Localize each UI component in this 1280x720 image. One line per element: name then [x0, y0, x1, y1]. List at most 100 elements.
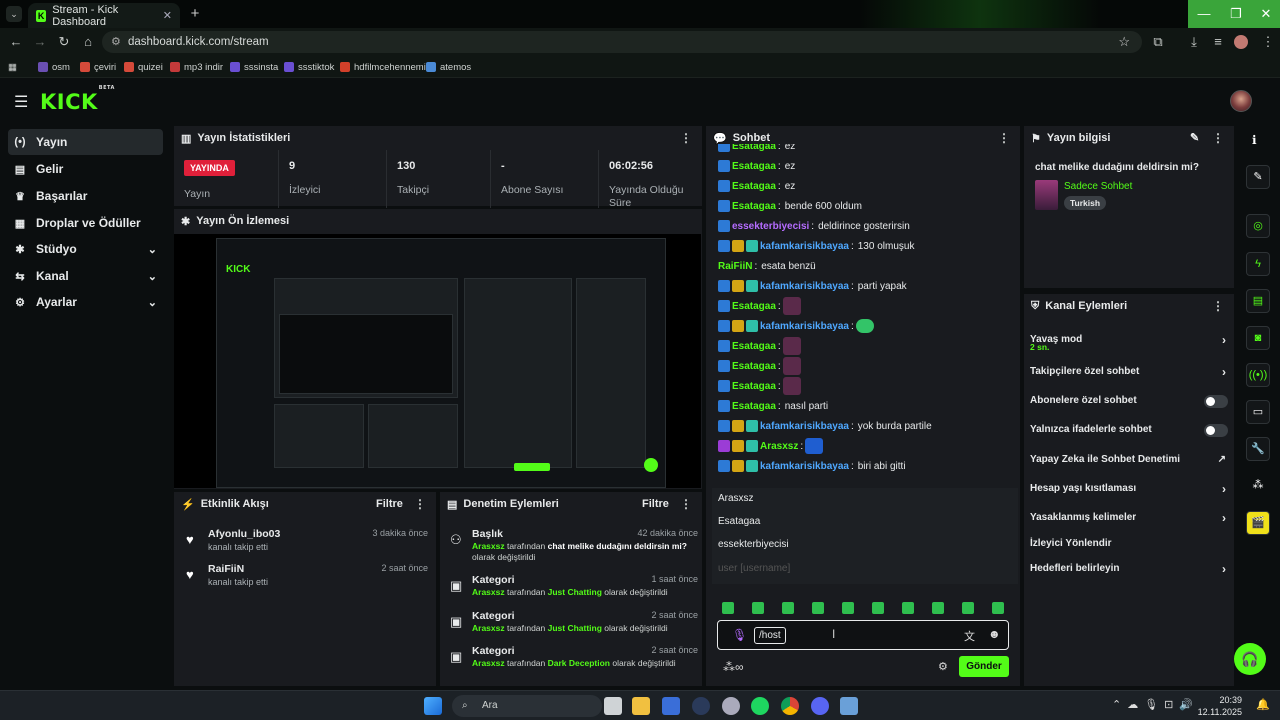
bookmark-hdfilmcehennemi[interactable]: hdfilmcehennemi	[340, 60, 426, 74]
channel-action-item[interactable]: Abonelere özel sohbet	[1030, 391, 1230, 411]
quick-emote-icon[interactable]	[752, 602, 764, 614]
notification-bell-icon[interactable]: 🔔	[1256, 698, 1270, 711]
translate-icon[interactable]: 文	[964, 628, 975, 644]
store-icon[interactable]	[662, 697, 680, 715]
profile-avatar-icon[interactable]	[1234, 35, 1248, 49]
category-link[interactable]: Sadece Sohbet	[1064, 181, 1132, 192]
task-view-icon[interactable]	[604, 697, 622, 715]
broadcast-rail-icon[interactable]: ((•))	[1246, 363, 1270, 387]
steam-icon[interactable]	[692, 697, 710, 715]
more-options-icon[interactable]: ⋮	[998, 131, 1010, 145]
address-bar[interactable]: ⚙ dashboard.kick.com/stream ☆	[102, 31, 1142, 53]
new-tab-button[interactable]: +	[186, 6, 204, 24]
channel-action-item[interactable]: Hedefleri belirleyin ›	[1030, 559, 1230, 579]
support-headset-icon[interactable]: 🎧	[1234, 643, 1266, 675]
quick-emote-icon[interactable]	[962, 602, 974, 614]
channel-action-item[interactable]: Hesap yaşı kısıtlaması ›	[1030, 479, 1230, 499]
chat-username[interactable]: kafamkarisikbayaa	[760, 461, 849, 472]
start-icon[interactable]	[424, 697, 442, 715]
chat-username[interactable]: Esatagaa	[732, 381, 776, 392]
bookmark-mp3-indir[interactable]: mp3 indir	[170, 60, 223, 74]
bookmark-osm[interactable]: osm	[38, 60, 70, 74]
stack-rail-icon[interactable]: ▭	[1246, 400, 1270, 424]
discord-icon[interactable]	[811, 697, 829, 715]
menu-icon[interactable]: ☰	[14, 92, 28, 112]
apps-rail-icon[interactable]: ⁂	[1246, 474, 1270, 498]
reload-icon[interactable]: ↻	[52, 30, 76, 54]
site-info-icon[interactable]: ⚙	[111, 35, 121, 48]
sidebar-item-ayarlar[interactable]: ⚙ Ayarlar ⌄	[8, 289, 163, 315]
sidebar-item-basarilar[interactable]: ♛ Başarılar	[8, 183, 163, 209]
chat-username[interactable]: RaiFiiN	[718, 261, 752, 272]
tray-icons[interactable]: ⌃☁🎙⊡🔊	[1112, 698, 1199, 711]
quick-emote-icon[interactable]	[992, 602, 1004, 614]
camera-rail-icon[interactable]: ◎	[1246, 214, 1270, 238]
sidebar-item-kanal[interactable]: ⇆ Kanal ⌄	[8, 263, 163, 289]
moderation-filter-button[interactable]: Filtre	[642, 498, 669, 510]
spotify-icon[interactable]	[751, 697, 769, 715]
close-tab-icon[interactable]: ✕	[163, 9, 172, 22]
chat-username[interactable]: Esatagaa	[732, 301, 776, 312]
browser-tab-active[interactable]: K Stream - Kick Dashboard ✕	[28, 3, 180, 28]
activity-filter-button[interactable]: Filtre	[376, 498, 403, 510]
quick-emote-icon[interactable]	[722, 602, 734, 614]
chat-username[interactable]: kafamkarisikbayaa	[760, 321, 849, 332]
channel-action-item[interactable]: Yalnızca ifadelerle sohbet	[1030, 420, 1230, 440]
quick-emote-icon[interactable]	[902, 602, 914, 614]
stream-preview-video[interactable]: KICK	[174, 234, 701, 488]
quick-emote-icon[interactable]	[842, 602, 854, 614]
info-rail-icon[interactable]: ℹ	[1252, 133, 1257, 147]
more-options-icon[interactable]: ⋮	[414, 497, 426, 511]
home-icon[interactable]: ⌂	[76, 30, 100, 54]
close-window-button[interactable]: ✕	[1252, 0, 1280, 28]
more-options-icon[interactable]: ⋮	[680, 497, 692, 511]
taskbar-search[interactable]: ⌕ Ara	[452, 695, 602, 717]
channel-action-item[interactable]: İzleyici Yönlendir	[1030, 534, 1230, 554]
document-rail-icon[interactable]: ▤	[1246, 289, 1270, 313]
autocomplete-item[interactable]: Arasxsz	[712, 488, 1014, 510]
apps-icon[interactable]: ▦	[8, 60, 17, 74]
app-icon[interactable]	[722, 697, 740, 715]
chat-username[interactable]: essekterbiyecisi	[732, 221, 809, 232]
toggle-switch[interactable]	[1204, 395, 1228, 408]
channel-action-item[interactable]: Yasaklanmış kelimeler ›	[1030, 508, 1230, 528]
media-icon[interactable]: ≡	[1206, 30, 1230, 54]
clapper-rail-icon[interactable]: 🎬	[1246, 511, 1270, 535]
chat-username[interactable]: kafamkarisikbayaa	[760, 241, 849, 252]
autocomplete-item[interactable]: Esatagaa	[712, 511, 1014, 533]
quick-emote-icon[interactable]	[812, 602, 824, 614]
edit-pencil-icon[interactable]: ✎	[1190, 131, 1199, 144]
more-options-icon[interactable]: ⋮	[1212, 131, 1224, 145]
kick-logo[interactable]: KICKBETA	[40, 85, 114, 114]
bookmark-ssstiktok[interactable]: ssstiktok	[284, 60, 334, 74]
quick-emote-icon[interactable]	[872, 602, 884, 614]
file-explorer-icon[interactable]	[632, 697, 650, 715]
sidebar-item-gelir[interactable]: ▤ Gelir	[8, 156, 163, 182]
bookmark-star-icon[interactable]: ☆	[1118, 34, 1130, 50]
chrome-icon[interactable]	[781, 697, 799, 715]
emoji-icon[interactable]: ☻	[988, 627, 1001, 641]
sidebar-item-studyo[interactable]: ✱ Stüdyo ⌄	[8, 236, 163, 262]
minimize-button[interactable]: —	[1188, 0, 1220, 28]
chat-username[interactable]: Esatagaa	[732, 161, 776, 172]
chat-messages[interactable]: Esatagaa: ez Esatagaa: ez Esatagaa: ez Esataga…	[714, 144, 1016, 486]
channel-action-item[interactable]: Yapay Zeka ile Sohbet Denetimi ↗	[1030, 450, 1230, 470]
chat-username[interactable]: Esatagaa	[732, 401, 776, 412]
quick-emote-icon[interactable]	[782, 602, 794, 614]
system-clock[interactable]: 20:39 12.11.2025	[1198, 694, 1242, 718]
autocomplete-item[interactable]: essekterbiyecisi	[712, 534, 1014, 556]
sidebar-item-droplar[interactable]: ▦ Droplar ve Ödüller	[8, 210, 163, 236]
chat-username[interactable]: kafamkarisikbayaa	[760, 421, 849, 432]
chat-input[interactable]: 🎙 /host I 文 ☻	[717, 620, 1009, 650]
more-options-icon[interactable]: ⋮	[1212, 299, 1224, 313]
bookmark-ceviri[interactable]: çeviri	[80, 60, 116, 74]
chat-points-icon[interactable]: ⁂∞	[723, 660, 744, 674]
tab-list-button[interactable]: ⌄	[6, 6, 22, 22]
browser-menu-icon[interactable]: ⋮	[1256, 30, 1280, 54]
forward-icon[interactable]: →	[28, 30, 52, 54]
chat-username[interactable]: Esatagaa	[732, 181, 776, 192]
chat-username[interactable]: Esatagaa	[732, 201, 776, 212]
toggle-switch[interactable]	[1204, 424, 1228, 437]
bookmark-atemos[interactable]: atemos	[426, 60, 471, 74]
channel-action-item[interactable]: Takipçilere özel sohbet ›	[1030, 362, 1230, 382]
